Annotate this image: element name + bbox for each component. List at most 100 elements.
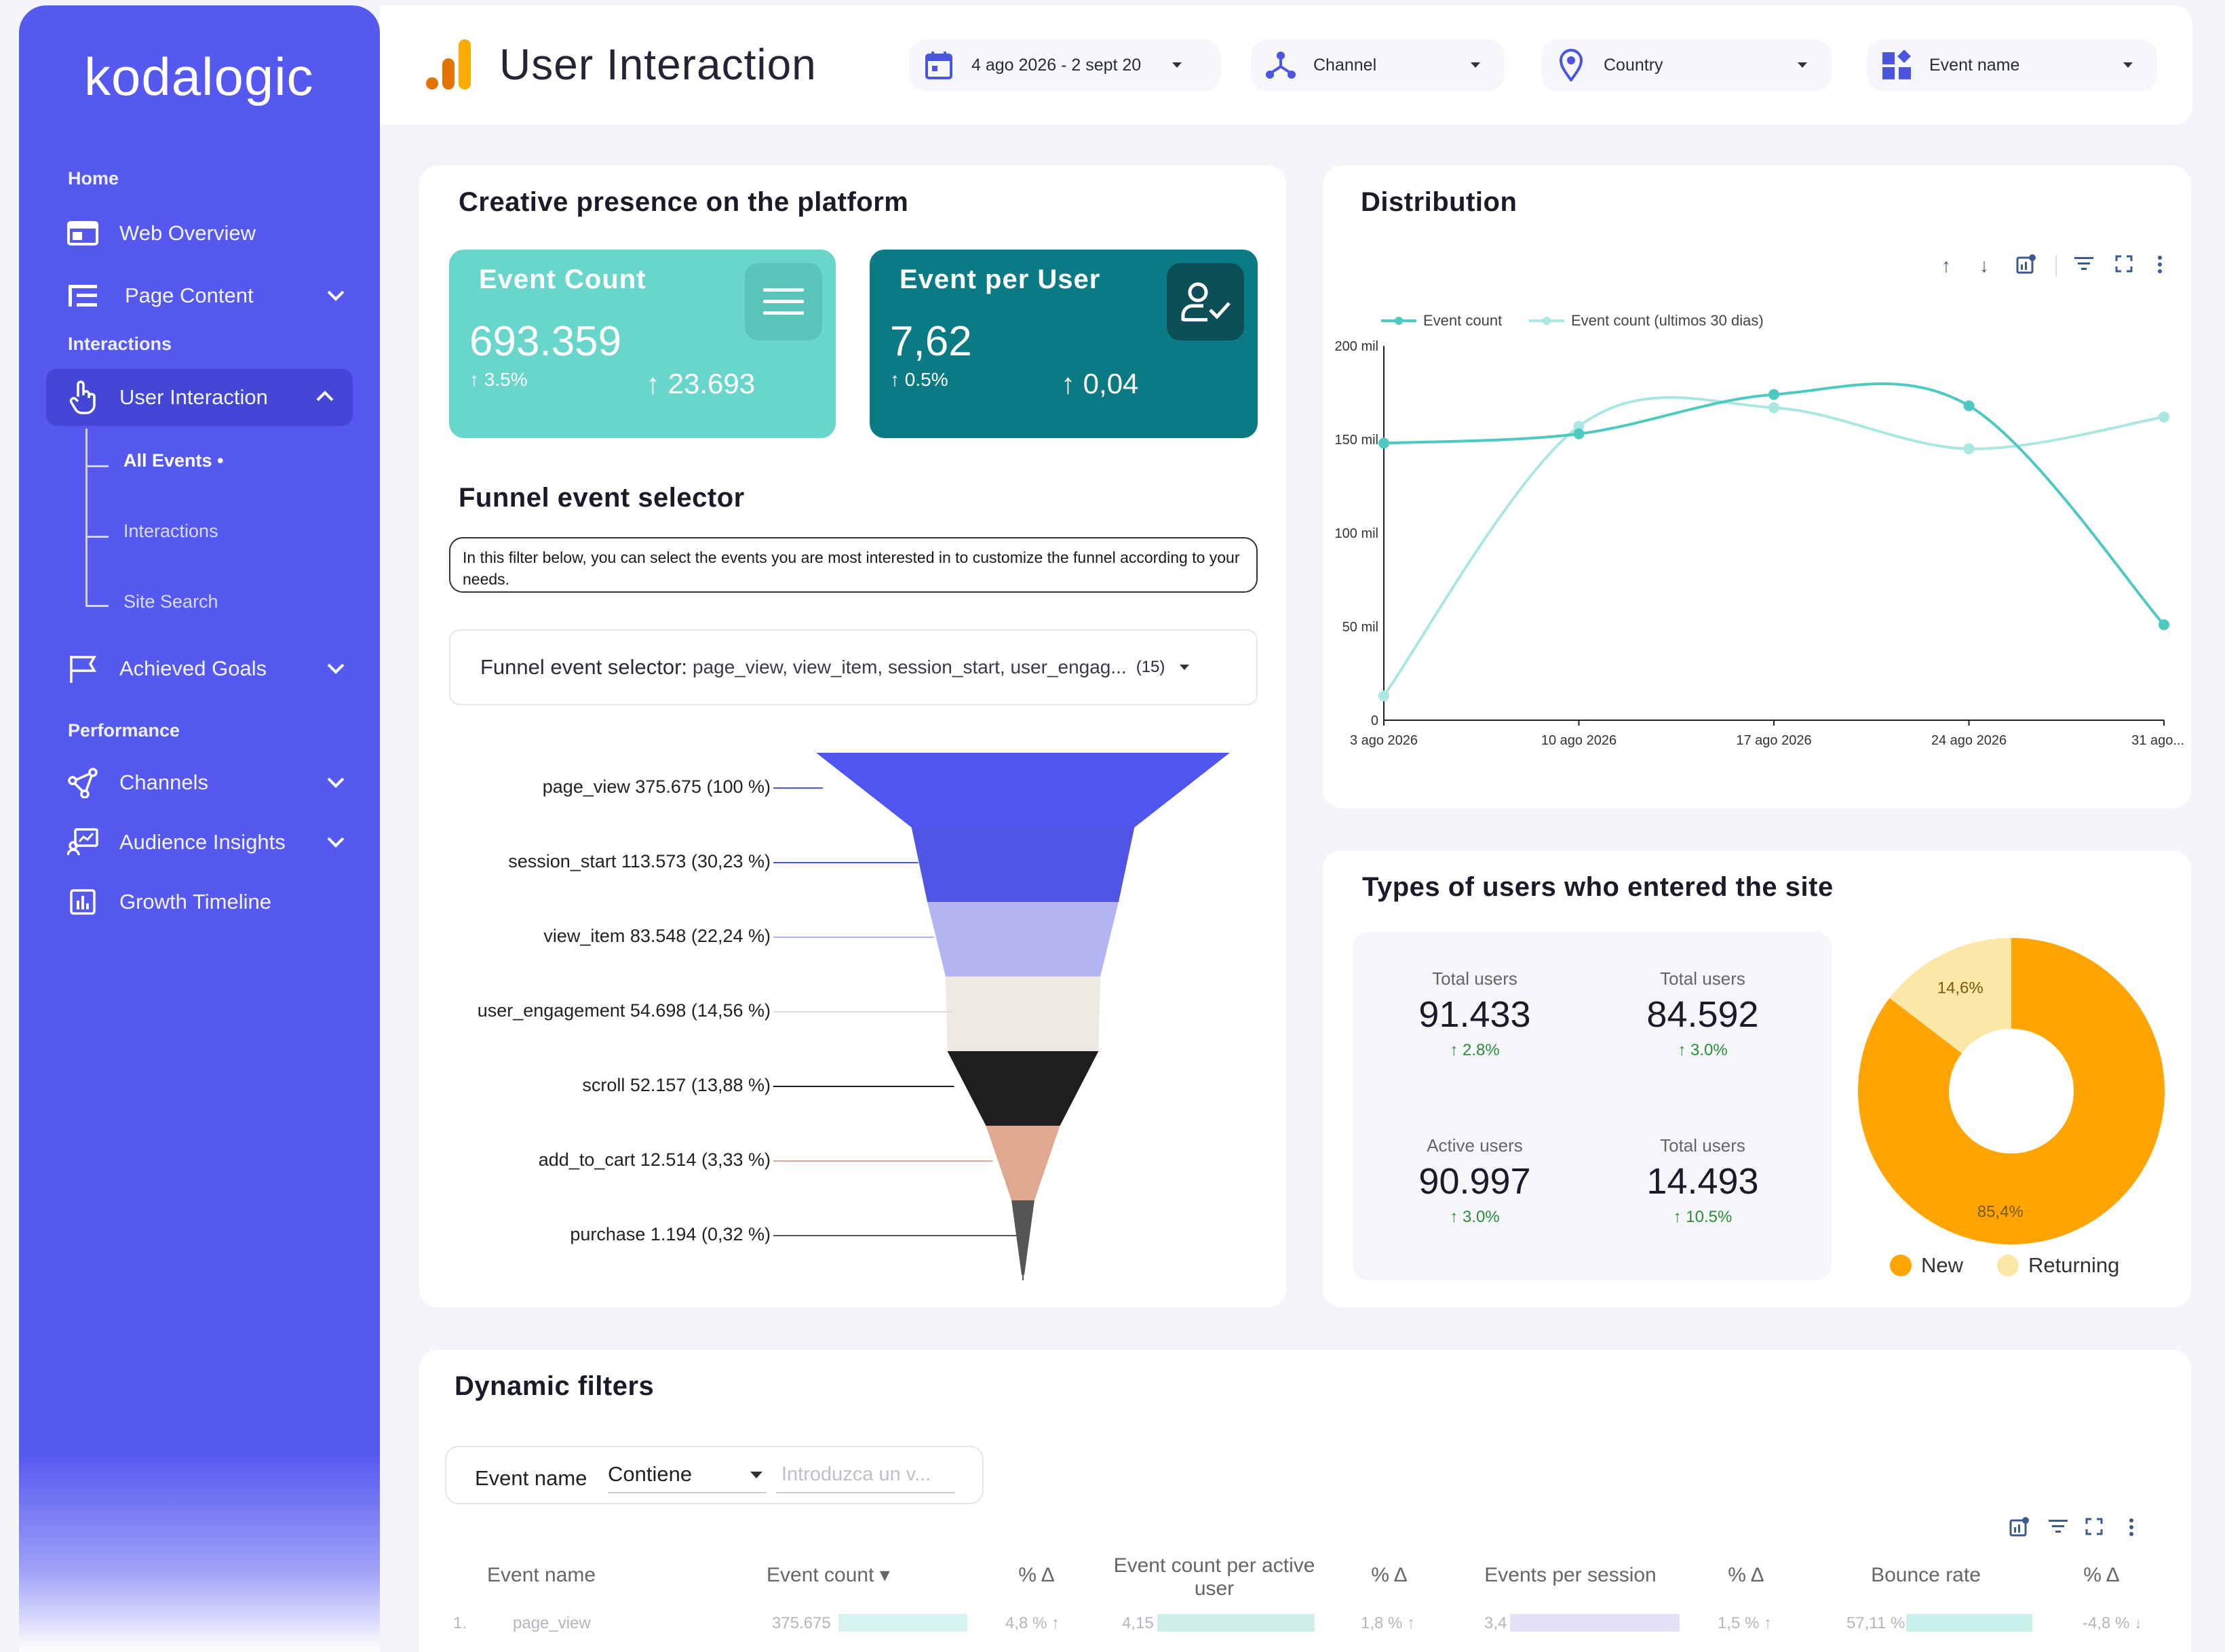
slice-label: 85,4%: [1977, 1202, 2024, 1221]
more-options-icon[interactable]: [2129, 1518, 2134, 1541]
chevron-down-icon[interactable]: [324, 830, 347, 853]
row-index: 1.: [453, 1614, 467, 1632]
subitem-all-events[interactable]: All Events •: [123, 450, 224, 471]
data-point[interactable]: [1378, 437, 1389, 449]
legend-new: New: [1890, 1253, 1963, 1278]
dropdown-caret-icon: [1172, 62, 1182, 68]
data-point[interactable]: [1768, 389, 1779, 400]
legend-line-swatch: [1381, 317, 1416, 325]
col-events-per-session-delta[interactable]: % Δ: [1712, 1564, 1780, 1587]
kpi-sub: ↑ 0,04: [1061, 368, 1139, 399]
kpi-change: ↑ 3.5%: [469, 369, 528, 390]
more-options-icon[interactable]: [2157, 255, 2163, 279]
legend-dot: [1890, 1255, 1912, 1276]
col-event-count[interactable]: Event count ▾: [767, 1564, 943, 1587]
col-per-active-user-delta[interactable]: % Δ: [1355, 1564, 1423, 1587]
sort-ascending-icon[interactable]: ↑: [1941, 255, 1951, 277]
col-events-per-session[interactable]: Events per session: [1465, 1564, 1676, 1587]
event-per-user-kpi: Event per User 7,62 ↑ 0.5% ↑ 0,04: [870, 250, 1258, 438]
col-event-count-delta[interactable]: % Δ: [1003, 1564, 1070, 1587]
data-point[interactable]: [1963, 400, 1975, 412]
col-event-name[interactable]: Event name: [487, 1564, 663, 1587]
legend-event-count: Event count: [1381, 312, 1502, 330]
stat-change-value: 3.0%: [1462, 1208, 1500, 1226]
funnel-stage-label: session_start 113.573 (30,23 %): [508, 851, 771, 871]
funnel-stage-label: scroll 52.157 (13,88 %): [582, 1075, 771, 1095]
col-bounce-rate-delta[interactable]: % Δ: [2068, 1564, 2135, 1587]
funnel-stage-label: add_to_cart 12.514 (3,33 %): [538, 1149, 771, 1170]
dynamic-title: Dynamic filters: [454, 1371, 655, 1401]
condition-select[interactable]: Contiene: [608, 1458, 767, 1493]
legend-label: Event count (ultimos 30 dias): [1571, 312, 1764, 329]
data-point[interactable]: [1963, 443, 1975, 454]
legend-label: Event count: [1423, 312, 1503, 329]
kpi-change-value: 0.5%: [904, 369, 948, 390]
fullscreen-icon[interactable]: [2115, 255, 2133, 277]
chevron-down-icon[interactable]: [324, 770, 347, 793]
data-point[interactable]: [1573, 428, 1585, 439]
condition-value: Contiene: [608, 1462, 693, 1486]
kpi-sub: ↑ 23.693: [646, 368, 756, 399]
section-interactions: Interactions: [68, 334, 172, 354]
funnel-event-selector[interactable]: Funnel event selector: page_view, view_i…: [449, 629, 1258, 705]
y-tick-label: 50 mil: [1342, 620, 1378, 635]
kpi-value: 693.359: [469, 318, 622, 365]
selector-label: Funnel event selector:: [480, 655, 688, 679]
event-name-filter[interactable]: Event name: [1867, 39, 2157, 91]
filter-icon[interactable]: [2074, 255, 2093, 277]
sidebar-item-label: Web Overview: [119, 221, 256, 245]
chevron-up-icon[interactable]: [313, 385, 336, 408]
sidebar-item-channels[interactable]: Channels: [65, 754, 364, 811]
dropdown-caret-icon: [1798, 62, 1807, 68]
y-tick-label: 0: [1371, 713, 1378, 728]
event-name-value: Event name: [1929, 55, 2020, 75]
chevron-down-icon[interactable]: [324, 283, 347, 307]
stat-value: 90.997: [1418, 1161, 1531, 1202]
sidebar-item-user-interaction[interactable]: User Interaction: [46, 369, 353, 426]
stat-label: Active users: [1427, 1135, 1523, 1156]
funnel-stage-label: page_view 375.675 (100 %): [542, 776, 771, 797]
stat-change: ↑ 3.0%: [1450, 1208, 1500, 1226]
menu-lines-icon: [745, 263, 822, 340]
stat-change-value: 2.8%: [1462, 1041, 1500, 1059]
filter-label: Event name: [475, 1466, 587, 1490]
analytics-logo-icon: [426, 39, 471, 90]
sidebar-item-audience-insights[interactable]: Audience Insights: [65, 814, 364, 871]
location-pin-icon: [1555, 49, 1587, 81]
subitem-interactions[interactable]: Interactions: [123, 521, 218, 542]
sidebar-item-web-overview[interactable]: Web Overview: [65, 205, 364, 262]
country-filter[interactable]: Country: [1541, 39, 1832, 91]
channel-icon: [1264, 49, 1297, 81]
row-event-count-delta: 4,8 % ↑: [1005, 1614, 1060, 1632]
sidebar-item-page-content[interactable]: Page Content: [65, 267, 364, 324]
sidebar-item-label: Audience Insights: [119, 830, 286, 854]
sidebar-item-label: Growth Timeline: [119, 890, 271, 913]
chart-settings-icon[interactable]: [2009, 1516, 2030, 1541]
filter-icon[interactable]: [2049, 1518, 2068, 1539]
date-range-value: 4 ago 2026 - 2 sept 20: [971, 55, 1142, 75]
y-tick-label: 100 mil: [1335, 526, 1378, 541]
funnel-stage: [911, 827, 1135, 902]
subitem-site-search[interactable]: Site Search: [123, 591, 218, 612]
funnel-stage-label: purchase 1.194 (0,32 %): [570, 1224, 771, 1244]
flag-icon: [65, 651, 100, 686]
col-per-active-user[interactable]: Event count per active user: [1112, 1554, 1316, 1600]
data-point[interactable]: [1378, 690, 1389, 702]
data-point[interactable]: [1768, 402, 1779, 414]
browser-icon: [65, 216, 100, 251]
fullscreen-icon[interactable]: [2085, 1518, 2103, 1540]
distribution-title: Distribution: [1361, 187, 1517, 217]
date-range-filter[interactable]: 4 ago 2026 - 2 sept 20: [909, 39, 1221, 91]
chart-settings-icon[interactable]: [2016, 254, 2036, 279]
list-icon: [65, 278, 100, 313]
channel-filter[interactable]: Channel: [1251, 39, 1505, 91]
data-point[interactable]: [2159, 619, 2169, 631]
sort-descending-icon[interactable]: ↓: [1979, 255, 1989, 277]
sidebar-item-achieved-goals[interactable]: Achieved Goals: [65, 640, 364, 697]
chevron-down-icon[interactable]: [324, 656, 347, 680]
data-point[interactable]: [2159, 411, 2169, 422]
page-title: User Interaction: [499, 40, 817, 89]
col-bounce-rate[interactable]: Bounce rate: [1821, 1564, 2031, 1587]
filter-value-input[interactable]: Introduzca un v...: [776, 1458, 955, 1493]
sidebar-item-growth-timeline[interactable]: Growth Timeline: [65, 873, 364, 930]
